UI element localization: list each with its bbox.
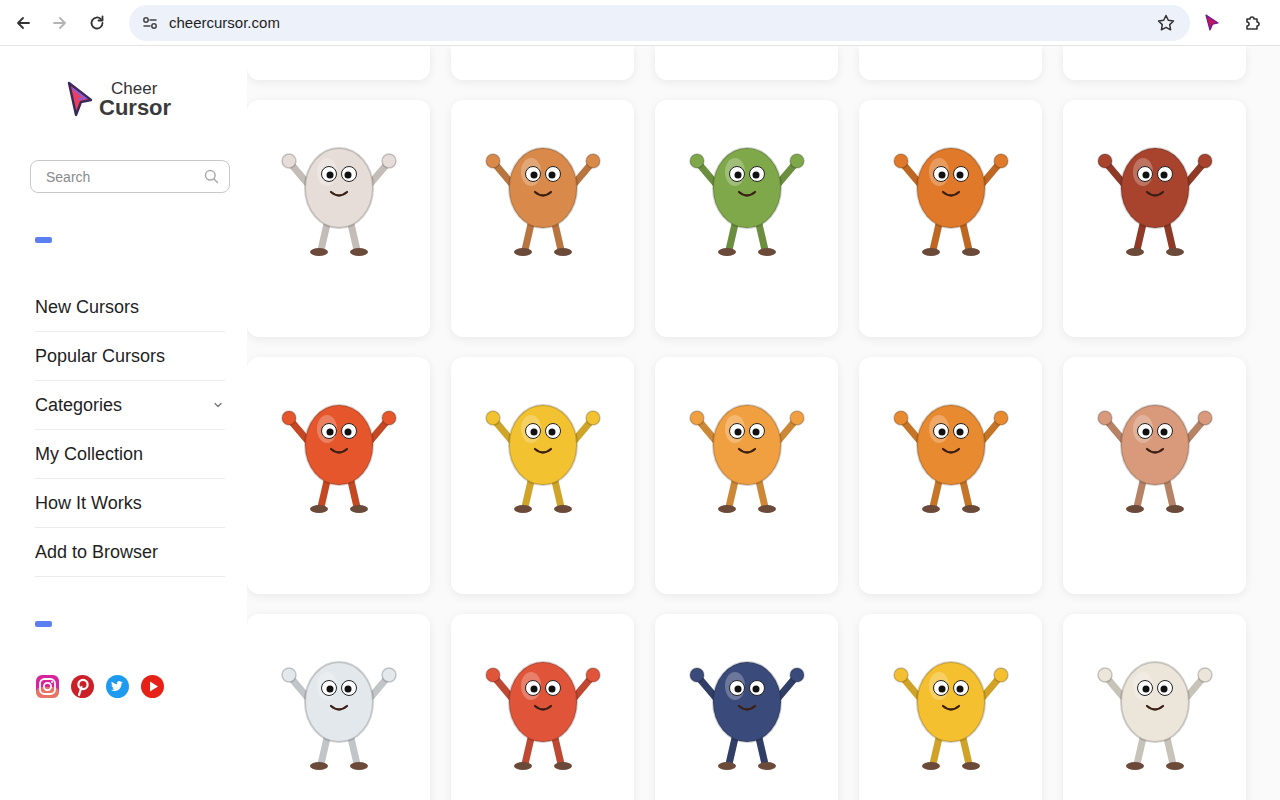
cursor-character-icon bbox=[269, 626, 409, 776]
cursor-card[interactable] bbox=[451, 357, 634, 594]
forward-button[interactable] bbox=[43, 6, 77, 40]
cursor-card[interactable] bbox=[1063, 46, 1246, 80]
cursor-logo-icon bbox=[65, 79, 95, 119]
twitter-icon bbox=[105, 674, 130, 699]
back-arrow-icon bbox=[14, 14, 32, 32]
cursor-card[interactable] bbox=[655, 100, 838, 337]
cursor-card[interactable] bbox=[859, 357, 1042, 594]
sidebar-item[interactable]: My Collection bbox=[35, 430, 225, 479]
sidebar-item[interactable]: New Cursors bbox=[35, 283, 225, 332]
cursor-card[interactable] bbox=[1063, 614, 1246, 800]
cursor-character-icon bbox=[677, 112, 817, 262]
browser-window: cheercursor.com CheerCursor New Cursors Pop… bbox=[0, 0, 1280, 800]
cursor-character-icon bbox=[269, 112, 409, 262]
cursor-character-icon bbox=[473, 369, 613, 519]
twitter-link[interactable] bbox=[105, 674, 130, 699]
sidebar-item[interactable]: How It Works bbox=[35, 479, 225, 528]
cursor-character-icon bbox=[1085, 369, 1225, 519]
sidebar-item-label[interactable]: My Collection bbox=[35, 444, 143, 465]
logo-line1: Cheer bbox=[111, 80, 171, 97]
pinterest-link[interactable] bbox=[70, 674, 95, 699]
cursor-character-icon bbox=[881, 626, 1021, 776]
sidebar-nav: New Cursors Popular Cursors Categories My C… bbox=[35, 283, 225, 577]
cursor-character-icon bbox=[881, 369, 1021, 519]
cursor-character-icon bbox=[1085, 112, 1225, 262]
instagram-link[interactable] bbox=[35, 674, 60, 699]
sidebar-item-label[interactable]: New Cursors bbox=[35, 297, 139, 318]
cursor-card[interactable] bbox=[247, 46, 430, 80]
sidebar-item-label[interactable]: Categories bbox=[35, 395, 122, 416]
cursor-extension-button[interactable] bbox=[1193, 6, 1231, 40]
cursor-card[interactable] bbox=[451, 100, 634, 337]
reload-button[interactable] bbox=[80, 6, 114, 40]
cursor-gallery bbox=[247, 46, 1280, 800]
bookmark-star-icon[interactable] bbox=[1156, 13, 1176, 33]
web-page: CheerCursor New Cursors Popular Cursors Cat… bbox=[0, 46, 1280, 800]
search-field[interactable] bbox=[30, 160, 230, 193]
sidebar-item-label[interactable]: Popular Cursors bbox=[35, 346, 165, 367]
cursor-card[interactable] bbox=[859, 100, 1042, 337]
cursor-character-icon bbox=[881, 112, 1021, 262]
site-settings-icon[interactable] bbox=[141, 14, 159, 32]
cursor-card[interactable] bbox=[451, 46, 634, 80]
cursor-card[interactable] bbox=[655, 46, 838, 80]
instagram-icon bbox=[35, 674, 60, 699]
browser-toolbar: cheercursor.com bbox=[0, 0, 1280, 46]
youtube-link[interactable] bbox=[140, 674, 165, 699]
sidebar-item-label[interactable]: How It Works bbox=[35, 493, 142, 514]
cursor-card[interactable] bbox=[1063, 100, 1246, 337]
cursor-character-icon bbox=[1085, 626, 1225, 776]
cursor-card[interactable] bbox=[1063, 357, 1246, 594]
address-bar[interactable]: cheercursor.com bbox=[129, 5, 1190, 41]
sidebar-item[interactable]: Popular Cursors bbox=[35, 332, 225, 381]
puzzle-icon bbox=[1243, 13, 1263, 33]
search-input[interactable] bbox=[46, 163, 204, 191]
chevron-down-icon[interactable] bbox=[213, 400, 223, 410]
sidebar-item-label[interactable]: Add to Browser bbox=[35, 542, 158, 563]
logo-line2: Cursor bbox=[99, 97, 171, 119]
cursor-character-icon bbox=[473, 112, 613, 262]
cursor-card[interactable] bbox=[655, 614, 838, 800]
sidebar-item[interactable]: Categories bbox=[35, 381, 225, 430]
social-links bbox=[35, 674, 230, 699]
search-icon[interactable] bbox=[204, 169, 219, 184]
extensions-button[interactable] bbox=[1234, 6, 1272, 40]
reload-icon bbox=[88, 14, 106, 32]
cursor-character-icon bbox=[677, 369, 817, 519]
section-divider bbox=[35, 621, 52, 627]
youtube-icon bbox=[140, 674, 165, 699]
section-divider bbox=[35, 237, 52, 243]
cursor-card[interactable] bbox=[247, 614, 430, 800]
cursor-card[interactable] bbox=[247, 100, 430, 337]
cursor-card[interactable] bbox=[859, 614, 1042, 800]
back-button[interactable] bbox=[6, 6, 40, 40]
cursor-card[interactable] bbox=[859, 46, 1042, 80]
logo[interactable]: CheerCursor bbox=[30, 74, 230, 124]
sidebar: CheerCursor New Cursors Popular Cursors Cat… bbox=[0, 46, 247, 800]
cursor-character-icon bbox=[677, 626, 817, 776]
cursor-grid bbox=[247, 46, 1280, 800]
pinterest-icon bbox=[70, 674, 95, 699]
cursor-card[interactable] bbox=[451, 614, 634, 800]
cursor-character-icon bbox=[269, 369, 409, 519]
cursor-extension-icon bbox=[1203, 13, 1221, 33]
url-text[interactable]: cheercursor.com bbox=[169, 14, 1156, 31]
cursor-card[interactable] bbox=[655, 357, 838, 594]
cursor-card[interactable] bbox=[247, 357, 430, 594]
forward-arrow-icon bbox=[51, 14, 69, 32]
cursor-character-icon bbox=[473, 626, 613, 776]
sidebar-item[interactable]: Add to Browser bbox=[35, 528, 225, 577]
